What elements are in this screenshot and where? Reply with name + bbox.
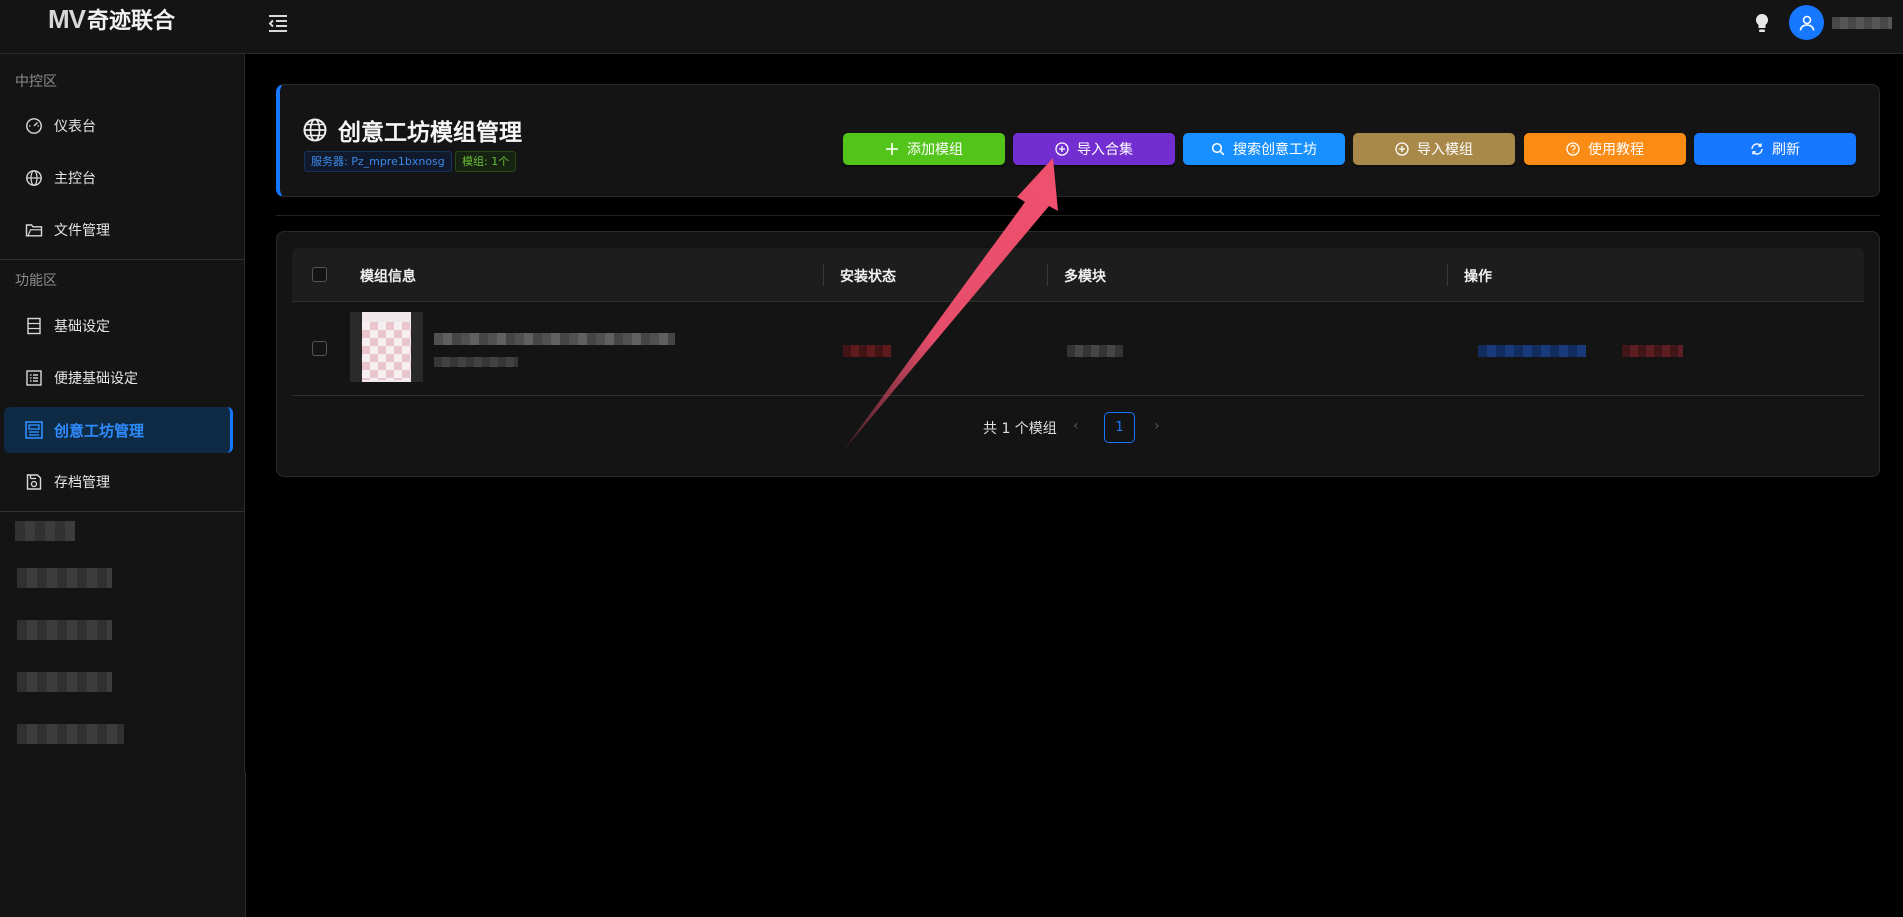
- top-bar: MV 奇迹联合: [0, 0, 1903, 54]
- sidebar-item-label: 创意工坊管理: [54, 421, 145, 440]
- server-tag: 服务器: Pz_mpre1bxnosg: [304, 151, 452, 172]
- refresh-button[interactable]: 刷新: [1694, 133, 1856, 165]
- sidebar-item-label: 仪表台: [54, 119, 96, 135]
- column-separator: [1047, 264, 1048, 286]
- dashboard-icon: [24, 116, 44, 136]
- sidebar-footer-area: [0, 771, 246, 917]
- folder-icon: [24, 220, 44, 240]
- column-header-multi-module: 多模块: [1064, 269, 1106, 285]
- button-label: 刷新: [1772, 142, 1800, 158]
- section-function-label: 功能区: [15, 273, 57, 289]
- column-header-actions: 操作: [1464, 269, 1492, 285]
- menu-fold-icon[interactable]: [266, 12, 290, 34]
- select-all-checkbox[interactable]: [312, 267, 327, 282]
- sidebar-item-quick-settings[interactable]: 便捷基础设定: [0, 355, 236, 401]
- import-collection-button[interactable]: 导入合集: [1013, 133, 1175, 165]
- globe-icon: [302, 117, 328, 143]
- multi-module-redacted: [1067, 345, 1123, 357]
- mod-thumbnail-image: [362, 322, 411, 380]
- plus-circle-icon: [1395, 142, 1409, 156]
- server-icon: [24, 316, 44, 336]
- pagination-page-1[interactable]: 1: [1104, 412, 1135, 443]
- button-label: 搜索创意工坊: [1233, 142, 1317, 158]
- column-separator: [1447, 264, 1448, 286]
- sidebar-item-redacted[interactable]: [17, 620, 112, 640]
- tutorial-button[interactable]: 使用教程: [1524, 133, 1686, 165]
- import-mod-button[interactable]: 导入模组: [1353, 133, 1515, 165]
- sidebar-item-saves[interactable]: 存档管理: [0, 459, 236, 505]
- pagination-total: 共 1 个模组: [983, 421, 1057, 437]
- sidebar-item-redacted[interactable]: [17, 672, 112, 692]
- sidebar-item-workshop[interactable]: 创意工坊管理: [4, 407, 233, 453]
- plus-icon: [885, 142, 899, 156]
- column-header-install-status: 安装状态: [840, 269, 896, 285]
- mod-count-tag: 模组: 1个: [455, 151, 517, 172]
- button-label: 添加模组: [907, 142, 963, 158]
- logo-mark: MV: [48, 3, 86, 34]
- add-mod-button[interactable]: 添加模组: [843, 133, 1005, 165]
- user-icon: [1799, 15, 1814, 31]
- section-control-label: 中控区: [15, 74, 57, 90]
- delete-link-redacted[interactable]: [1622, 345, 1683, 357]
- question-circle-icon: [1566, 142, 1580, 156]
- sidebar-item-basic-settings[interactable]: 基础设定: [0, 303, 236, 349]
- sidebar-item-files[interactable]: 文件管理: [0, 207, 236, 253]
- column-header-mod-info: 模组信息: [360, 269, 416, 285]
- sidebar-item-dashboard[interactable]: 仪表台: [0, 103, 236, 149]
- search-icon: [1211, 142, 1225, 156]
- reload-icon: [1750, 142, 1764, 156]
- column-separator: [823, 264, 824, 286]
- sidebar-item-redacted[interactable]: [17, 568, 112, 588]
- button-label: 导入模组: [1417, 142, 1473, 158]
- sidebar-item-label: 文件管理: [54, 223, 110, 239]
- logo: MV 奇迹联合: [48, 3, 176, 35]
- list-icon: [24, 368, 44, 388]
- sidebar-item-console[interactable]: 主控台: [0, 155, 236, 201]
- chevron-left-icon[interactable]: ‹: [1073, 418, 1079, 434]
- sidebar-divider: [0, 259, 245, 260]
- sidebar-section-redacted: [15, 521, 75, 541]
- avatar[interactable]: [1789, 5, 1824, 40]
- row-checkbox[interactable]: [312, 341, 327, 356]
- sidebar-divider: [0, 511, 245, 512]
- sidebar-item-label: 主控台: [54, 171, 96, 187]
- button-label: 使用教程: [1588, 142, 1644, 158]
- mod-name-redacted: [434, 333, 675, 345]
- sidebar-item-label: 基础设定: [54, 319, 110, 335]
- divider: [276, 215, 1880, 216]
- page-title-text: 创意工坊模组管理: [338, 120, 522, 146]
- page-title: 创意工坊模组管理: [302, 113, 522, 147]
- plus-circle-icon: [1055, 142, 1069, 156]
- mod-id-redacted: [434, 357, 518, 367]
- username-redacted[interactable]: [1832, 17, 1892, 29]
- workshop-icon: [24, 420, 44, 440]
- sidebar-item-redacted[interactable]: [17, 724, 124, 744]
- chevron-right-icon[interactable]: ›: [1154, 418, 1160, 434]
- bulb-icon[interactable]: [1750, 11, 1774, 35]
- save-icon: [24, 472, 44, 492]
- search-workshop-button[interactable]: 搜索创意工坊: [1183, 133, 1345, 165]
- sidebar-item-label: 便捷基础设定: [54, 371, 138, 387]
- row-divider: [292, 395, 1864, 396]
- action-link-redacted[interactable]: [1478, 345, 1586, 357]
- sidebar: 中控区 仪表台 主控台 文件管理 功能区 基础设定 便捷基础设定 创意工坊管理 …: [0, 54, 245, 771]
- globe-icon: [24, 168, 44, 188]
- sidebar-item-label: 存档管理: [54, 475, 110, 491]
- logo-text: 奇迹联合: [87, 9, 176, 34]
- install-status-redacted: [843, 345, 891, 357]
- button-label: 导入合集: [1077, 142, 1133, 158]
